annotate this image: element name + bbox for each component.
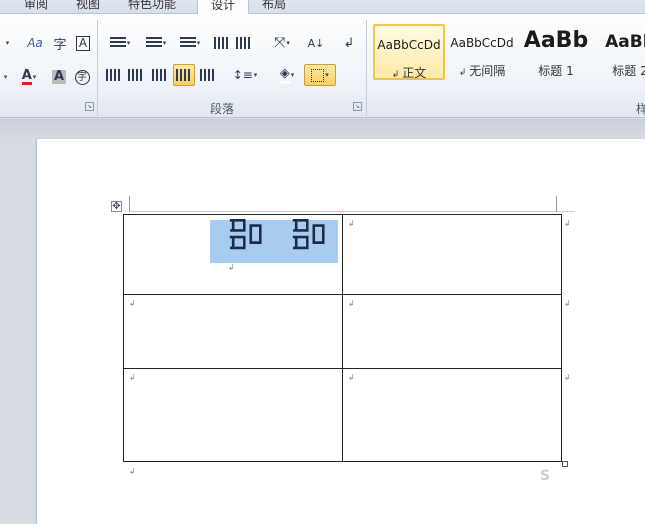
styles-group-label: 样: [636, 102, 645, 116]
increase-indent-button[interactable]: [234, 32, 254, 54]
style-name: 标题 1: [538, 64, 574, 78]
font-size-dropdown[interactable]: ▾: [0, 32, 14, 54]
style-name: 标题 2: [612, 64, 645, 78]
cell-end-mark: ↲: [129, 299, 136, 308]
row-end-mark: ↲: [564, 299, 571, 308]
align-left-icon: [106, 69, 122, 81]
cell-end-mark: ↲: [228, 263, 235, 272]
distributed-button[interactable]: [198, 64, 218, 86]
table-resize-handle[interactable]: [562, 461, 568, 467]
char-shading-icon: A: [51, 69, 67, 84]
border-icon: [311, 68, 325, 82]
char-border-icon: A: [75, 35, 91, 51]
vertical-character[interactable]: 品: [222, 214, 265, 254]
table-cell[interactable]: [342, 294, 562, 369]
tab-special-features[interactable]: 特色功能: [128, 0, 176, 13]
style-normal[interactable]: AaBbCcDd ↲ 正文: [373, 24, 445, 80]
style-heading-2[interactable]: AaBb 标题 2: [594, 24, 645, 80]
margin-corner-left: [129, 196, 130, 212]
table-cell[interactable]: [123, 294, 343, 369]
enclose-char-button[interactable]: 字: [72, 66, 92, 88]
bullets-icon: [109, 37, 126, 49]
line-spacing-icon: ↕≡: [232, 68, 253, 82]
align-left-button[interactable]: [104, 64, 124, 86]
cell-end-mark: ↲: [348, 373, 355, 382]
table-cell[interactable]: [123, 368, 343, 462]
clear-format-button[interactable]: Aa: [24, 32, 46, 54]
tab-layout[interactable]: 布局: [262, 0, 286, 13]
align-right-icon: [152, 69, 168, 81]
increase-indent-icon: [236, 37, 252, 49]
tab-design[interactable]: 设计: [197, 0, 249, 15]
paragraph-mark-icon: ↲: [391, 70, 403, 80]
numbering-icon: [145, 37, 162, 49]
style-preview: AaBbCcDd: [377, 38, 441, 52]
sort-button[interactable]: A↓: [306, 32, 326, 54]
style-no-spacing[interactable]: AaBbCcDd ↲ 无间隔: [446, 24, 518, 80]
align-center-icon: [128, 69, 144, 81]
decrease-indent-icon: [214, 37, 230, 49]
align-right-button[interactable]: [150, 64, 170, 86]
multilevel-list-icon: [179, 37, 196, 49]
cell-end-mark: ↲: [348, 299, 355, 308]
margin-guide: [129, 211, 575, 212]
table-cell[interactable]: [342, 214, 562, 295]
vertical-character[interactable]: 品: [285, 214, 328, 254]
row-end-mark: ↲: [564, 373, 571, 382]
paragraph-group-label: 段落: [210, 102, 235, 116]
tab-view[interactable]: 视图: [76, 0, 100, 13]
char-shading-button[interactable]: A: [50, 66, 68, 88]
paint-bucket-icon: ◈: [279, 66, 290, 84]
styles-gallery: AaBbCcDd ↲ 正文 AaBbCcDd ↲ 无间隔 AaBb 标题 1 A…: [372, 22, 645, 98]
font-color-icon: A: [21, 68, 32, 85]
numbering-button[interactable]: ▾: [140, 32, 172, 54]
paragraph-dialog-launcher[interactable]: ↘: [353, 102, 362, 111]
paragraph-mark: ↲: [129, 467, 136, 476]
ribbon: ▾ Aa 字 A ▾ A ▾ A 字 ▾ ▾ ▾ ⤧ ▾ A↓ ↲ ↕≡ ▾ ◈ ▾ ▾…: [0, 14, 645, 118]
justify-icon: [176, 69, 192, 81]
font-dialog-launcher[interactable]: ↘: [85, 102, 94, 111]
line-spacing-button[interactable]: ↕≡ ▾: [230, 64, 260, 86]
style-preview: AaBb: [523, 28, 589, 53]
table-move-handle[interactable]: ✥: [111, 201, 122, 212]
align-center-button[interactable]: [126, 64, 146, 86]
enclose-char-icon: 字: [74, 69, 90, 85]
highlight-dropdown[interactable]: ▾: [0, 66, 10, 88]
decrease-indent-button[interactable]: [212, 32, 232, 54]
font-color-button[interactable]: A ▾: [14, 66, 44, 88]
style-preview: AaBb: [605, 32, 645, 52]
phonetic-guide-button[interactable]: 字: [50, 32, 70, 54]
watermark: S: [540, 468, 551, 484]
distributed-icon: [200, 69, 216, 81]
phonetic-icon: 字: [53, 37, 67, 53]
paragraph-mark-icon: ↲: [458, 68, 470, 78]
style-name: ↲ 正文: [391, 66, 427, 80]
clear-format-icon: Aa: [27, 36, 43, 50]
style-preview: AaBbCcDd: [450, 36, 514, 50]
borders-button[interactable]: ▾: [304, 64, 336, 86]
shading-button[interactable]: ◈ ▾: [272, 64, 302, 86]
paragraph-mark-icon: ↲: [343, 35, 355, 51]
style-heading-1[interactable]: AaBb 标题 1: [520, 24, 592, 80]
multilevel-list-button[interactable]: ▾: [174, 32, 206, 54]
ribbon-tab-row: 审阅 视图 特色功能 设计 布局: [0, 0, 645, 15]
sort-icon: A↓: [307, 36, 325, 50]
group-separator: [97, 20, 98, 116]
tab-review[interactable]: 审阅: [24, 0, 48, 13]
row-end-mark: ↲: [564, 219, 571, 228]
group-separator: [366, 20, 367, 116]
table-cell[interactable]: [342, 368, 562, 462]
cell-end-mark: ↲: [348, 219, 355, 228]
char-border-button[interactable]: A: [73, 32, 93, 54]
cell-end-mark: ↲: [129, 373, 136, 382]
chinese-layout-button[interactable]: ⤧ ▾: [266, 32, 298, 54]
justify-button[interactable]: [173, 64, 195, 86]
show-marks-button[interactable]: ↲: [340, 32, 358, 54]
chinese-layout-icon: ⤧: [274, 35, 286, 51]
margin-corner-right: [556, 196, 557, 212]
style-name: ↲ 无间隔: [458, 64, 506, 78]
bullets-button[interactable]: ▾: [104, 32, 136, 54]
